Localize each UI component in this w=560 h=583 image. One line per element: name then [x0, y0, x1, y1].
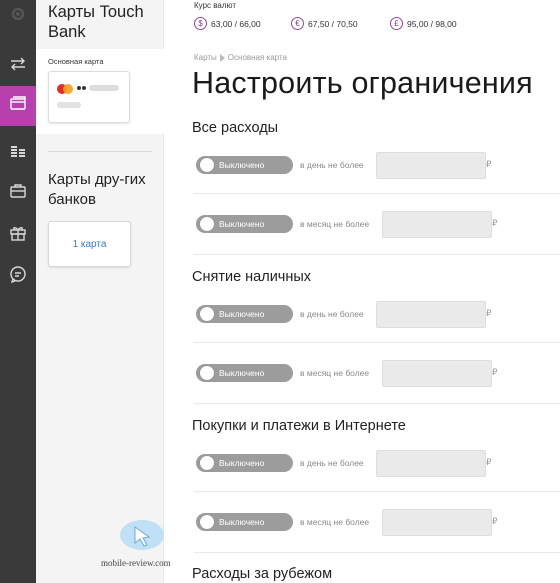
panel-title: Карты Touch Bank — [48, 3, 144, 41]
limit-toggle[interactable]: Выключено — [196, 364, 293, 382]
blurred-card-balance — [57, 102, 81, 108]
limit-row: Выключено в день не более ₽ — [164, 291, 560, 335]
ruble-sign: ₽ — [492, 367, 498, 377]
toggle-knob — [200, 456, 214, 470]
briefcase-icon — [8, 180, 28, 205]
section-title: Покупки и платежи в Интернете — [192, 418, 406, 434]
breadcrumb-arrow-icon — [219, 53, 225, 62]
pound-icon: £ — [390, 17, 403, 30]
ruble-sign: ₽ — [486, 159, 492, 169]
amount-input[interactable] — [382, 509, 492, 536]
toggle-knob — [200, 217, 214, 231]
limit-toggle[interactable]: Выключено — [196, 156, 293, 174]
rate-eur: € 67,50 / 70,50 — [291, 17, 358, 30]
amount-input[interactable] — [376, 450, 486, 477]
limit-label: в месяц не более — [300, 219, 370, 229]
section-title: Расходы за рубежом — [192, 566, 333, 582]
section-divider — [194, 403, 560, 404]
rail-item-deposits[interactable] — [0, 132, 36, 172]
page-title: Настроить ограничения — [192, 66, 533, 100]
limit-toggle[interactable]: Выключено — [196, 305, 293, 323]
rail-item-chat[interactable] — [0, 256, 36, 296]
other-banks-title: Карты дру-гих банков — [48, 171, 146, 208]
rate-gbp: £ 95,00 / 98,00 — [390, 17, 457, 30]
breadcrumb-root[interactable]: Карты — [194, 53, 217, 62]
ruble-sign: ₽ — [492, 218, 498, 228]
gift-icon — [8, 222, 28, 247]
section-title: Снятие наличных — [192, 269, 312, 285]
limit-toggle[interactable]: Выключено — [196, 215, 293, 233]
rail-item-services[interactable] — [0, 172, 36, 212]
section-divider — [194, 254, 560, 255]
limit-label: в день не более — [300, 309, 364, 319]
toggle-knob — [200, 366, 214, 380]
masked-number — [77, 86, 81, 90]
gear-icon — [8, 4, 28, 29]
limit-row: Выключено в месяц не более ₽ — [164, 350, 560, 394]
rate-usd: $ 63,00 / 66,00 — [194, 17, 261, 30]
transfer-arrows-icon — [8, 54, 28, 79]
row-divider — [194, 193, 560, 194]
rate-value: 63,00 / 66,00 — [211, 18, 261, 29]
dollar-icon: $ — [194, 17, 207, 30]
toggle-label: Выключено — [219, 458, 265, 468]
panel-divider — [48, 151, 152, 152]
left-nav-rail — [0, 0, 36, 583]
amount-input[interactable] — [376, 152, 486, 179]
limit-row: Выключено в день не более ₽ — [164, 440, 560, 484]
watermark-logo-icon — [119, 518, 165, 552]
toggle-label: Выключено — [219, 219, 265, 229]
other-banks-button[interactable]: 1 карта — [48, 221, 131, 267]
limit-toggle[interactable]: Выключено — [196, 513, 293, 531]
rate-value: 95,00 / 98,00 — [407, 18, 457, 29]
limit-row: Выключено в месяц не более ₽ — [164, 201, 560, 245]
amount-input[interactable] — [382, 360, 492, 387]
watermark-text: mobile-review.com — [101, 558, 171, 568]
card-thumbnail[interactable] — [48, 71, 130, 123]
main-content: Курс валют $ 63,00 / 66,00 € 67,50 / 70,… — [164, 0, 560, 583]
rail-item-cards[interactable] — [0, 86, 36, 126]
rail-item-settings[interactable] — [0, 0, 36, 32]
section-title: Все расходы — [192, 120, 279, 136]
rate-value: 67,50 / 70,50 — [308, 18, 358, 29]
row-divider — [194, 491, 560, 492]
cards-icon — [8, 94, 28, 119]
limit-label: в месяц не более — [300, 517, 370, 527]
limit-row: Выключено в месяц не более ₽ — [164, 499, 560, 543]
ruble-sign: ₽ — [492, 516, 498, 526]
main-card-label: Основная карта — [48, 57, 104, 66]
limit-label: в месяц не более — [300, 368, 370, 378]
amount-input[interactable] — [382, 211, 492, 238]
ruble-sign: ₽ — [486, 308, 492, 318]
toggle-knob — [200, 307, 214, 321]
blurred-card-number — [89, 85, 119, 91]
ruble-sign: ₽ — [486, 457, 492, 467]
chat-bubble-icon — [8, 264, 28, 289]
mastercard-logo-icon — [57, 84, 73, 94]
toggle-label: Выключено — [219, 309, 265, 319]
amount-input[interactable] — [376, 301, 486, 328]
rates-title: Курс валют — [194, 1, 237, 10]
toggle-label: Выключено — [219, 368, 265, 378]
limit-row: Выключено в день не более ₽ — [164, 142, 560, 186]
toggle-knob — [200, 158, 214, 172]
main-card-item[interactable]: Основная карта — [36, 49, 164, 134]
toggle-label: Выключено — [219, 160, 265, 170]
limit-toggle[interactable]: Выключено — [196, 454, 293, 472]
breadcrumb: Карты Основная карта — [194, 53, 287, 62]
cards-panel: Карты Touch Bank Основная карта Карты др… — [36, 0, 171, 583]
coins-stack-icon — [8, 140, 28, 165]
toggle-knob — [200, 515, 214, 529]
limit-label: в день не более — [300, 458, 364, 468]
row-divider — [194, 342, 560, 343]
section-divider — [194, 552, 560, 553]
euro-icon: € — [291, 17, 304, 30]
rail-item-gifts[interactable] — [0, 214, 36, 254]
toggle-label: Выключено — [219, 517, 265, 527]
rail-item-transfers[interactable] — [0, 46, 36, 86]
breadcrumb-current: Основная карта — [227, 53, 287, 62]
limit-label: в день не более — [300, 160, 364, 170]
